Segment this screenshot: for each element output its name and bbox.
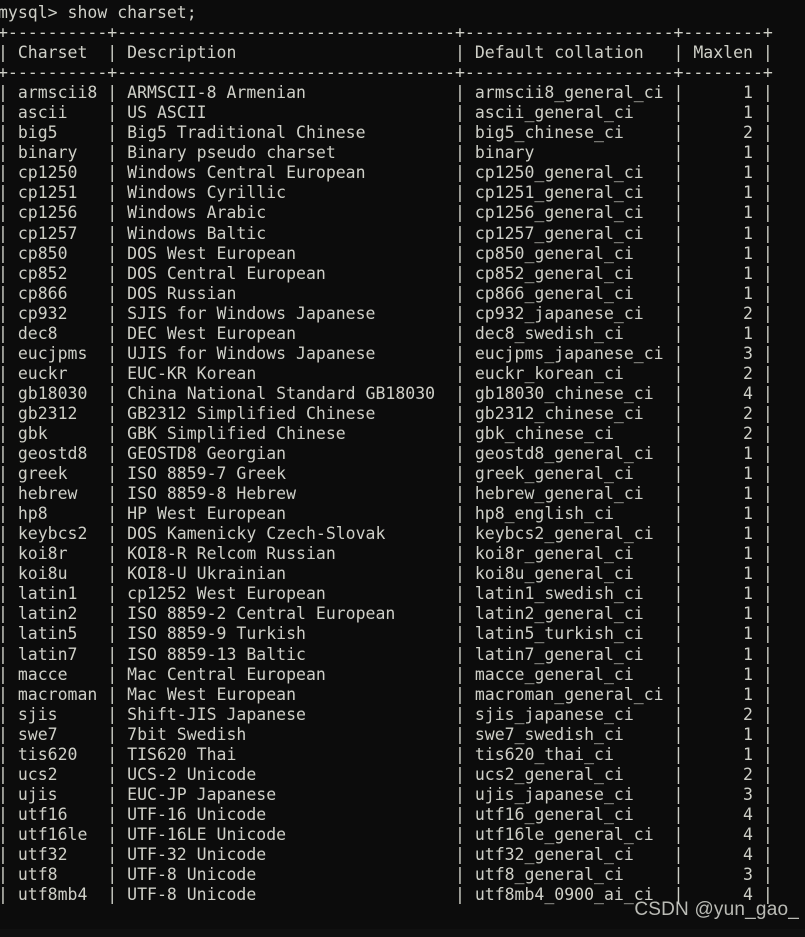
csdn-watermark: CSDN @yun_gao_ [634, 899, 799, 920]
bottom-edge-strip [0, 929, 805, 937]
terminal-window[interactable]: mysql> show charset; +----------+-------… [0, 0, 805, 937]
terminal-output: mysql> show charset; +----------+-------… [0, 3, 773, 905]
